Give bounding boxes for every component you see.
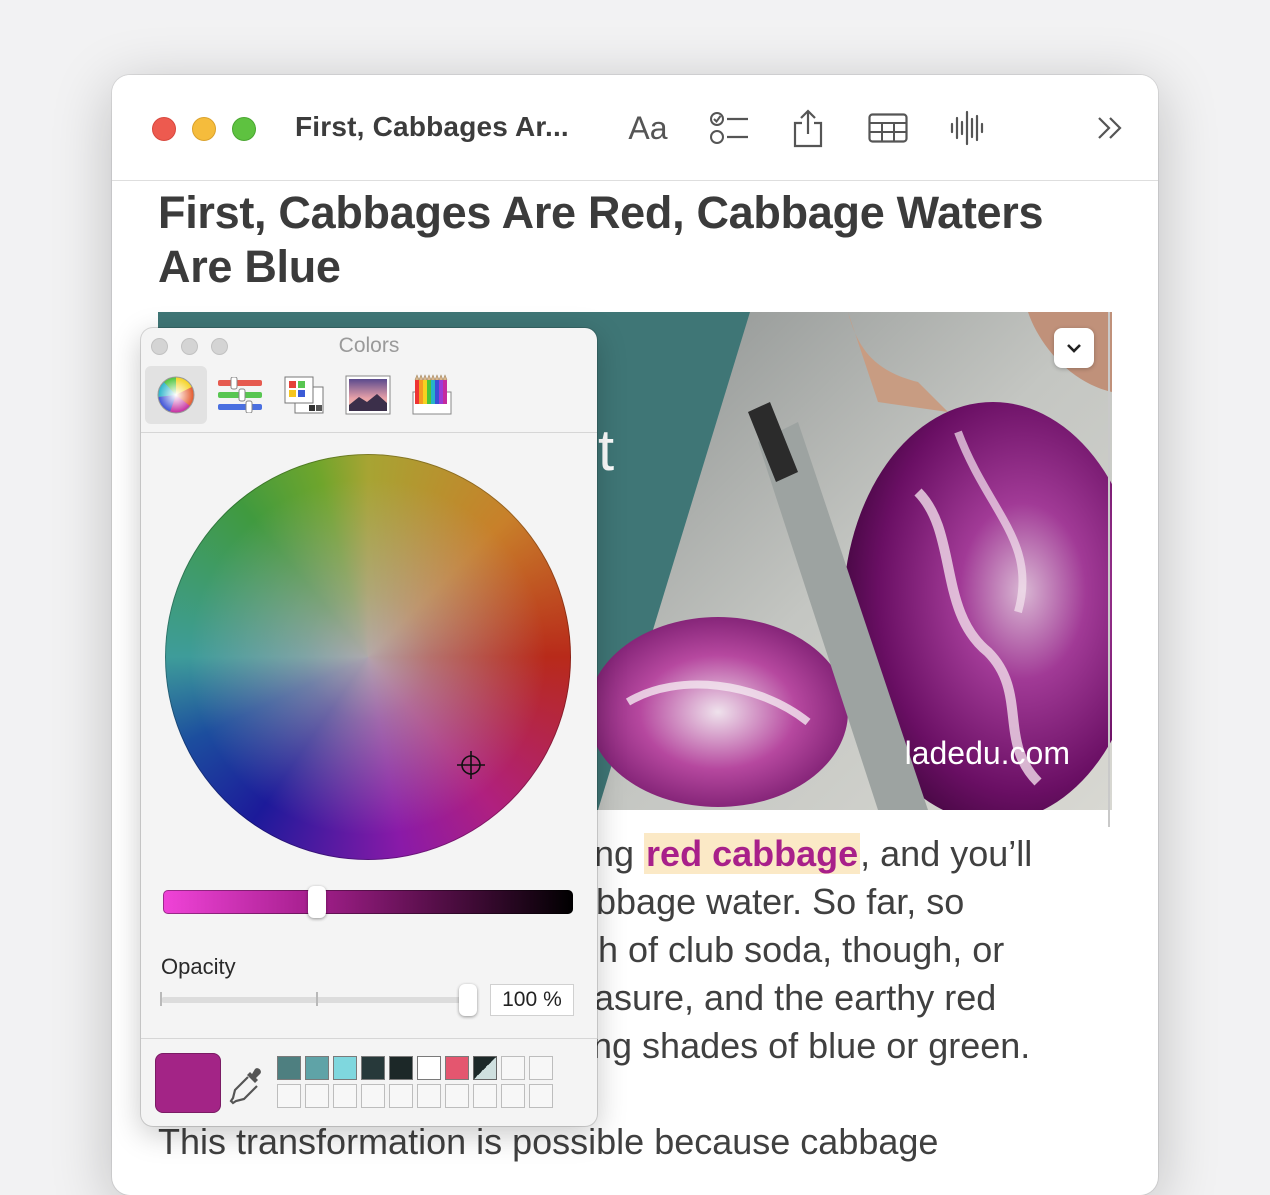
more-button[interactable] <box>1090 105 1130 151</box>
text-run: asure, and the earthy red <box>594 977 997 1018</box>
image-divider <box>1108 312 1110 827</box>
chevron-double-right-icon <box>1098 117 1122 139</box>
toolbar-title: First, Cabbages Ar... <box>295 111 569 142</box>
brightness-slider-knob[interactable] <box>308 886 327 918</box>
hero-caption: ladedu.com <box>904 735 1070 771</box>
color-swatch[interactable] <box>305 1084 329 1108</box>
crosshair-icon[interactable] <box>457 751 485 779</box>
checklist-icon <box>710 112 748 144</box>
opacity-slider-knob[interactable] <box>459 984 477 1016</box>
tab-color-palettes[interactable] <box>273 366 335 424</box>
close-button[interactable] <box>152 117 176 141</box>
color-swatch[interactable] <box>389 1084 413 1108</box>
tab-image-palettes[interactable] <box>337 366 399 424</box>
opacity-value: 100 <box>502 988 538 1011</box>
highlighted-text: red cabbage <box>644 833 861 874</box>
note-title: First, Cabbages Are Red, Cabbage Waters … <box>158 186 1118 294</box>
share-icon <box>793 109 823 148</box>
waveform-icon <box>950 110 984 146</box>
image-menu-button[interactable] <box>1054 328 1094 368</box>
opacity-unit: % <box>543 988 562 1011</box>
opacity-label: Opacity <box>161 954 236 979</box>
table-icon <box>868 113 908 143</box>
image-palette-icon <box>345 375 391 415</box>
color-swatch[interactable] <box>333 1084 357 1108</box>
color-swatch[interactable] <box>501 1084 525 1108</box>
format-button[interactable]: Aa <box>618 105 678 151</box>
note-title-line2: Are Blue <box>158 241 341 292</box>
tab-color-sliders[interactable] <box>209 366 271 424</box>
checklist-button[interactable] <box>704 105 756 151</box>
current-color-swatch[interactable] <box>155 1053 221 1113</box>
note-content[interactable]: First, Cabbages Are Red, Cabbage Waters … <box>158 180 1118 1162</box>
note-title-line1: First, Cabbages Are Red, Cabbage Waters <box>158 187 1044 238</box>
format-label: Aa <box>628 109 668 146</box>
color-swatch[interactable] <box>445 1056 469 1080</box>
color-swatch[interactable] <box>417 1084 441 1108</box>
color-swatch[interactable] <box>529 1084 553 1108</box>
color-swatch[interactable] <box>473 1056 497 1080</box>
chevron-down-icon <box>1067 344 1081 353</box>
opacity-field[interactable]: 100 % <box>490 984 574 1016</box>
opacity-slider[interactable] <box>161 997 469 1003</box>
color-swatch[interactable] <box>389 1056 413 1080</box>
sliders-icon <box>218 377 262 413</box>
color-swatch[interactable] <box>473 1084 497 1108</box>
hero-overlay-letter: t <box>598 418 615 483</box>
favorite-swatches <box>277 1056 553 1108</box>
minimize-button[interactable] <box>192 117 216 141</box>
colors-footer <box>141 1038 597 1126</box>
color-swatch[interactable] <box>277 1084 301 1108</box>
color-swatch[interactable] <box>529 1056 553 1080</box>
tab-color-wheel[interactable] <box>145 366 207 424</box>
text-run: This transformation is possible because … <box>158 1121 939 1162</box>
color-swatch[interactable] <box>445 1084 469 1108</box>
share-button[interactable] <box>784 105 832 151</box>
color-swatch[interactable] <box>361 1056 385 1080</box>
eyedropper-icon[interactable] <box>229 1065 265 1105</box>
tab-pencils[interactable] <box>401 366 463 424</box>
palettes-icon <box>284 376 324 414</box>
color-swatch[interactable] <box>305 1056 329 1080</box>
colors-panel: Colors Opacity 100 % <box>141 328 597 1126</box>
audio-button[interactable] <box>942 105 992 151</box>
color-swatch[interactable] <box>333 1056 357 1080</box>
text-run: , and you’ll <box>860 833 1033 874</box>
toolbar: First, Cabbages Ar... Aa <box>112 75 1158 181</box>
opacity-tick <box>160 992 162 1006</box>
color-swatch[interactable] <box>277 1056 301 1080</box>
text-run: ng shades of blue or green. <box>592 1025 1031 1066</box>
opacity-tick <box>316 992 318 1006</box>
table-button[interactable] <box>862 105 914 151</box>
text-run: bbage water. So far, so <box>596 881 965 922</box>
color-wheel-icon <box>157 376 195 414</box>
color-swatch[interactable] <box>417 1056 441 1080</box>
color-wheel[interactable] <box>165 454 571 860</box>
zoom-button[interactable] <box>232 117 256 141</box>
panel-title: Colors <box>338 334 400 357</box>
brightness-slider[interactable] <box>163 890 573 914</box>
pencils-icon <box>412 374 452 415</box>
text-run: ng <box>594 833 645 874</box>
text-run: h of club soda, though, or <box>598 929 1005 970</box>
color-swatch[interactable] <box>361 1084 385 1108</box>
color-swatch[interactable] <box>501 1056 525 1080</box>
colors-tabs <box>141 366 597 433</box>
